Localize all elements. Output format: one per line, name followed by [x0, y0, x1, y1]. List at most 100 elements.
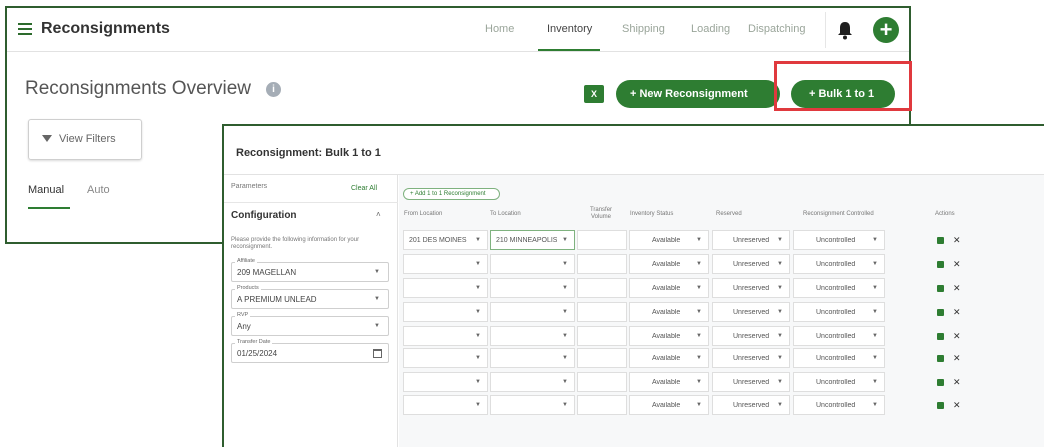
- app-header: Reconsignments Home Inventory Shipping L…: [7, 8, 909, 52]
- configuration-title[interactable]: Configuration: [231, 210, 297, 221]
- affiliate-select[interactable]: Affiliate 209 MAGELLAN ▼: [231, 258, 389, 282]
- reserved-select[interactable]: Unreserved ▼: [712, 230, 790, 250]
- nav-loading[interactable]: Loading: [691, 23, 730, 35]
- excel-export-icon[interactable]: X: [584, 85, 604, 103]
- remove-row-icon[interactable]: ✕: [953, 308, 961, 317]
- inventory-status-select[interactable]: Available ▼: [629, 254, 709, 274]
- to-location-select[interactable]: ▼: [490, 348, 575, 368]
- affiliate-value: 209 MAGELLAN: [237, 268, 297, 277]
- reserved-select[interactable]: Unreserved ▼: [712, 395, 790, 415]
- nav-shipping[interactable]: Shipping: [622, 23, 665, 35]
- remove-row-icon[interactable]: ✕: [953, 401, 961, 410]
- to-location-select[interactable]: 210 MINNEAPOLIS ▼: [490, 230, 575, 250]
- add-reconsignment-button[interactable]: + Add 1 to 1 Reconsignment: [403, 188, 500, 200]
- chevron-down-icon: ▼: [872, 355, 878, 361]
- reserved-select[interactable]: Unreserved ▼: [712, 278, 790, 298]
- reserved-select[interactable]: Unreserved ▼: [712, 254, 790, 274]
- chevron-down-icon: ▼: [872, 285, 878, 291]
- inventory-status-select[interactable]: Available ▼: [629, 326, 709, 346]
- transfer-volume-input[interactable]: [577, 278, 627, 298]
- inventory-status-select[interactable]: Available ▼: [629, 372, 709, 392]
- controlled-select[interactable]: Uncontrolled ▼: [793, 348, 885, 368]
- save-icon[interactable]: [937, 379, 944, 386]
- nav-home[interactable]: Home: [485, 23, 514, 35]
- bell-icon[interactable]: [836, 20, 854, 40]
- remove-row-icon[interactable]: ✕: [953, 236, 961, 245]
- inventory-status-select[interactable]: Available ▼: [629, 395, 709, 415]
- to-value: 210 MINNEAPOLIS: [496, 237, 558, 244]
- remove-row-icon[interactable]: ✕: [953, 284, 961, 293]
- controlled-select[interactable]: Uncontrolled ▼: [793, 395, 885, 415]
- to-location-select[interactable]: ▼: [490, 278, 575, 298]
- chevron-up-icon[interactable]: ˄: [376, 210, 381, 219]
- to-location-select[interactable]: ▼: [490, 372, 575, 392]
- controlled-select[interactable]: Uncontrolled ▼: [793, 230, 885, 250]
- reserved-select[interactable]: Unreserved ▼: [712, 372, 790, 392]
- tab-manual[interactable]: Manual: [28, 184, 64, 196]
- reserved-select[interactable]: Unreserved ▼: [712, 348, 790, 368]
- transfer-volume-input[interactable]: [577, 348, 627, 368]
- transfer-volume-input[interactable]: [577, 230, 627, 250]
- from-location-select[interactable]: ▼: [403, 372, 488, 392]
- nav-inventory[interactable]: Inventory: [547, 23, 592, 35]
- view-filters-button[interactable]: View Filters: [28, 119, 142, 160]
- transfer-volume-input[interactable]: [577, 372, 627, 392]
- reserved-select[interactable]: Unreserved ▼: [712, 326, 790, 346]
- inventory-status-select[interactable]: Available ▼: [629, 278, 709, 298]
- save-icon[interactable]: [937, 237, 944, 244]
- nav-divider: [825, 12, 826, 48]
- add-icon[interactable]: +: [873, 17, 899, 43]
- controlled-select[interactable]: Uncontrolled ▼: [793, 254, 885, 274]
- products-select[interactable]: Products A PREMIUM UNLEAD ▼: [231, 285, 389, 309]
- menu-icon[interactable]: [18, 23, 32, 35]
- products-value: A PREMIUM UNLEAD: [237, 295, 317, 304]
- to-location-select[interactable]: ▼: [490, 254, 575, 274]
- controlled-select[interactable]: Uncontrolled ▼: [793, 278, 885, 298]
- transfer-volume-input[interactable]: [577, 254, 627, 274]
- status-value: Available: [652, 309, 681, 316]
- controlled-value: Uncontrolled: [816, 355, 856, 362]
- new-reconsignment-button[interactable]: + New Reconsignment: [616, 80, 780, 108]
- save-icon[interactable]: [937, 261, 944, 268]
- tab-auto[interactable]: Auto: [87, 184, 110, 196]
- from-location-select[interactable]: ▼: [403, 254, 488, 274]
- clear-all-link[interactable]: Clear All: [351, 185, 377, 192]
- reserved-select[interactable]: Unreserved ▼: [712, 302, 790, 322]
- remove-row-icon[interactable]: ✕: [953, 354, 961, 363]
- from-location-select[interactable]: ▼: [403, 326, 488, 346]
- nav-dispatching[interactable]: Dispatching: [748, 23, 805, 35]
- reserved-value: Unreserved: [733, 379, 770, 386]
- save-icon[interactable]: [937, 309, 944, 316]
- transfer-date-field[interactable]: Transfer Date 01/25/2024: [231, 339, 389, 363]
- inventory-status-select[interactable]: Available ▼: [629, 230, 709, 250]
- info-icon[interactable]: i: [266, 82, 281, 97]
- save-icon[interactable]: [937, 333, 944, 340]
- from-location-select[interactable]: ▼: [403, 348, 488, 368]
- inventory-status-select[interactable]: Available ▼: [629, 348, 709, 368]
- remove-row-icon[interactable]: ✕: [953, 332, 961, 341]
- from-location-select[interactable]: ▼: [403, 395, 488, 415]
- controlled-select[interactable]: Uncontrolled ▼: [793, 326, 885, 346]
- to-location-select[interactable]: ▼: [490, 326, 575, 346]
- controlled-select[interactable]: Uncontrolled ▼: [793, 302, 885, 322]
- remove-row-icon[interactable]: ✕: [953, 260, 961, 269]
- inventory-status-select[interactable]: Available ▼: [629, 302, 709, 322]
- transfer-volume-input[interactable]: [577, 302, 627, 322]
- from-location-select[interactable]: ▼: [403, 302, 488, 322]
- transfer-volume-input[interactable]: [577, 326, 627, 346]
- from-location-select[interactable]: ▼: [403, 278, 488, 298]
- controlled-value: Uncontrolled: [816, 379, 856, 386]
- save-icon[interactable]: [937, 355, 944, 362]
- save-icon[interactable]: [937, 285, 944, 292]
- chevron-down-icon: ▼: [872, 261, 878, 267]
- chevron-down-icon: ▼: [872, 333, 878, 339]
- to-location-select[interactable]: ▼: [490, 395, 575, 415]
- rvp-select[interactable]: RVP Any ▼: [231, 312, 389, 336]
- calendar-icon[interactable]: [373, 349, 382, 358]
- save-icon[interactable]: [937, 402, 944, 409]
- remove-row-icon[interactable]: ✕: [953, 378, 961, 387]
- controlled-select[interactable]: Uncontrolled ▼: [793, 372, 885, 392]
- from-location-select[interactable]: 201 DES MOINES ▼: [403, 230, 488, 250]
- transfer-volume-input[interactable]: [577, 395, 627, 415]
- to-location-select[interactable]: ▼: [490, 302, 575, 322]
